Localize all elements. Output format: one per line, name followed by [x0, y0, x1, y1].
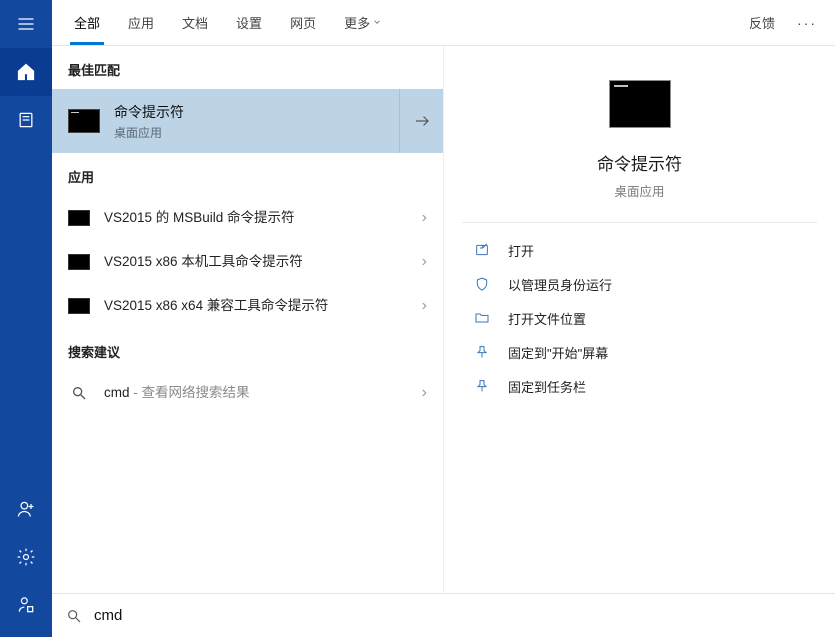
- action-label: 打开文件位置: [508, 309, 586, 328]
- cmd-icon: [68, 298, 90, 314]
- tab-settings[interactable]: 设置: [222, 0, 276, 45]
- pin-icon: [472, 344, 492, 360]
- action-label: 打开: [508, 241, 534, 260]
- search-icon: [68, 385, 90, 401]
- best-match-item[interactable]: 命令提示符 桌面应用: [52, 89, 443, 153]
- open-details-arrow[interactable]: [399, 89, 443, 153]
- tab-more[interactable]: 更多: [330, 0, 396, 45]
- pin-icon: [472, 378, 492, 394]
- section-suggestions: 搜索建议: [52, 328, 443, 371]
- details-subtitle: 桌面应用: [614, 181, 664, 200]
- action-open[interactable]: 打开: [462, 233, 817, 267]
- filter-tabs: 全部 应用 文档 设置 网页 更多 反馈 ···: [52, 0, 835, 46]
- search-bar: [52, 593, 835, 637]
- section-apps: 应用: [52, 153, 443, 196]
- cmd-icon: [68, 109, 100, 133]
- suggestion-label: cmd - 查看网络搜索结果: [104, 384, 422, 402]
- menu-icon[interactable]: [0, 0, 52, 48]
- tab-more-label: 更多: [344, 13, 370, 32]
- app-result-label: VS2015 x86 本机工具命令提示符: [104, 253, 422, 271]
- more-options-icon[interactable]: ···: [787, 15, 827, 31]
- shield-icon: [472, 276, 492, 292]
- cmd-icon: [68, 254, 90, 270]
- left-sidebar: [0, 0, 52, 637]
- best-match-subtitle: 桌面应用: [114, 124, 399, 141]
- app-result-item[interactable]: VS2015 的 MSBuild 命令提示符 ›: [52, 196, 443, 240]
- person-icon[interactable]: [0, 485, 52, 533]
- details-title: 命令提示符: [597, 150, 682, 175]
- tab-web[interactable]: 网页: [276, 0, 330, 45]
- folder-icon: [472, 310, 492, 326]
- web-suggestion-item[interactable]: cmd - 查看网络搜索结果 ›: [52, 371, 443, 415]
- cmd-icon: [68, 210, 90, 226]
- chevron-right-icon: ›: [422, 209, 427, 227]
- app-result-item[interactable]: VS2015 x86 本机工具命令提示符 ›: [52, 240, 443, 284]
- tab-docs[interactable]: 文档: [168, 0, 222, 45]
- action-run-admin[interactable]: 以管理员身份运行: [462, 267, 817, 301]
- search-input[interactable]: [94, 607, 821, 624]
- feedback-link[interactable]: 反馈: [737, 13, 787, 32]
- action-pin-start[interactable]: 固定到"开始"屏幕: [462, 335, 817, 369]
- search-results: 最佳匹配 命令提示符 桌面应用 应用 VS2015 的 MSBuild 命令提示…: [52, 46, 444, 593]
- action-open-location[interactable]: 打开文件位置: [462, 301, 817, 335]
- app-result-item[interactable]: VS2015 x86 x64 兼容工具命令提示符 ›: [52, 284, 443, 328]
- cmd-icon-large: [609, 80, 671, 128]
- tab-all[interactable]: 全部: [60, 0, 114, 45]
- app-result-label: VS2015 的 MSBuild 命令提示符: [104, 209, 422, 227]
- chevron-right-icon: ›: [422, 253, 427, 271]
- app-result-label: VS2015 x86 x64 兼容工具命令提示符: [104, 297, 422, 315]
- action-label: 以管理员身份运行: [508, 275, 612, 294]
- chevron-right-icon: ›: [422, 384, 427, 402]
- action-label: 固定到"开始"屏幕: [508, 343, 608, 362]
- search-icon: [66, 608, 82, 624]
- details-panel: 命令提示符 桌面应用 打开 以管理员身份运行: [444, 46, 835, 593]
- suggestion-hint: - 查看网络搜索结果: [130, 385, 250, 400]
- chevron-right-icon: ›: [422, 297, 427, 315]
- settings-icon[interactable]: [0, 533, 52, 581]
- open-icon: [472, 242, 492, 258]
- home-icon[interactable]: [0, 48, 52, 96]
- main-panel: 全部 应用 文档 设置 网页 更多 反馈 ··· 最佳匹配: [52, 0, 835, 637]
- action-label: 固定到任务栏: [508, 377, 586, 396]
- best-match-title: 命令提示符: [114, 102, 399, 122]
- action-pin-taskbar[interactable]: 固定到任务栏: [462, 369, 817, 403]
- section-best-match: 最佳匹配: [52, 46, 443, 89]
- apps-icon[interactable]: [0, 96, 52, 144]
- suggestion-term: cmd: [104, 385, 130, 400]
- tab-apps[interactable]: 应用: [114, 0, 168, 45]
- account-icon[interactable]: [0, 581, 52, 629]
- chevron-down-icon: [372, 15, 382, 30]
